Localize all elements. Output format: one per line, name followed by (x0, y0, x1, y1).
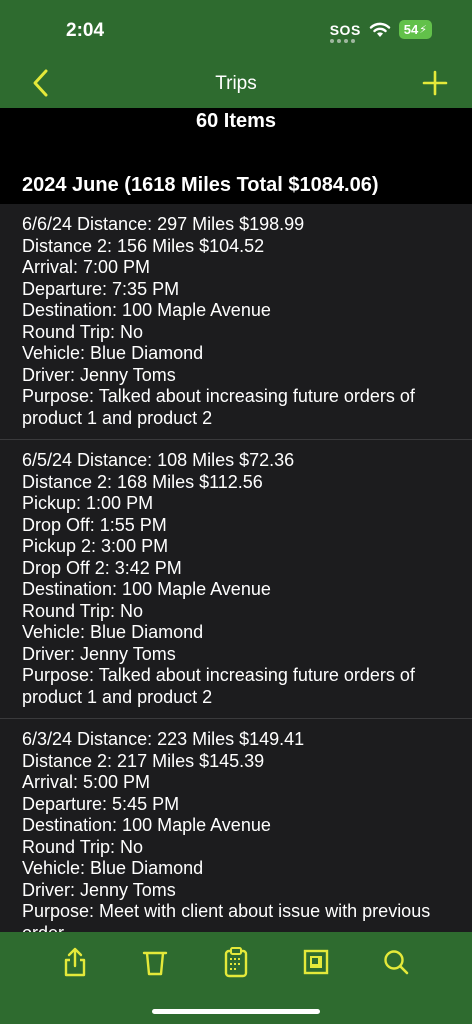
share-icon[interactable] (61, 946, 89, 978)
trash-icon[interactable] (141, 946, 169, 978)
trip-line: Round Trip: No (22, 600, 144, 621)
trip-line: 6/3/24 Distance: 223 Miles $149.41 (22, 729, 305, 749)
charging-bolt-icon: ⚡ (419, 24, 427, 36)
item-count: 60 Items (195, 110, 277, 132)
trip-list-item[interactable]: 6/6/24 Distance: 297 Miles $198.99 Dista… (0, 204, 472, 440)
trip-line: Vehicle: Blue Diamond (22, 343, 204, 363)
status-indicators: SOS 54 ⚡ (329, 20, 432, 43)
trip-line: Distance 2: 217 Miles $145.39 (22, 750, 265, 771)
trip-line: Departure: 5:45 PM (22, 793, 180, 814)
trip-line: Purpose: Meet with client about issue wi… (22, 901, 431, 932)
trip-line: Purpose: Talked about increasing future … (22, 665, 415, 707)
trip-line: Round Trip: No (22, 321, 144, 342)
select-frame-icon[interactable] (302, 946, 330, 978)
trip-line: Destination: 100 Maple Avenue (22, 815, 271, 835)
search-icon[interactable] (382, 946, 410, 978)
trip-list-item[interactable]: 6/5/24 Distance: 108 Miles $72.36 Distan… (0, 440, 472, 719)
trip-list-item[interactable]: 6/3/24 Distance: 223 Miles $149.41 Dista… (0, 719, 472, 932)
trip-line: Round Trip: No (22, 836, 144, 857)
screen: 2:04 SOS 54 ⚡ Trips 60 Items 2024 June (… (0, 0, 472, 1024)
trip-line: 6/6/24 Distance: 297 Miles $198.99 (22, 214, 305, 234)
trip-line: Driver: Jenny Toms (22, 643, 176, 664)
trip-line: Distance 2: 156 Miles $104.52 (22, 235, 265, 256)
trip-line: Driver: Jenny Toms (22, 364, 176, 385)
trip-line: Purpose: Talked about increasing future … (22, 386, 415, 428)
trip-line: Arrival: 5:00 PM (22, 772, 151, 792)
trip-list[interactable]: 6/6/24 Distance: 297 Miles $198.99 Dista… (0, 204, 472, 932)
trip-line: Drop Off 2: 3:42 PM (22, 557, 182, 578)
sos-indicator: SOS (329, 21, 361, 43)
home-indicator[interactable] (152, 1009, 320, 1014)
trip-line: 6/5/24 Distance: 108 Miles $72.36 (22, 450, 295, 470)
trip-line: Distance 2: 168 Miles $112.56 (22, 471, 263, 492)
trip-line: Vehicle: Blue Diamond (22, 858, 204, 878)
trip-line: Arrival: 7:00 PM (22, 257, 151, 277)
trip-line: Departure: 7:35 PM (22, 278, 180, 299)
battery-indicator: 54 ⚡ (398, 20, 432, 39)
trip-line: Destination: 100 Maple Avenue (22, 579, 271, 599)
status-time: 2:04 (66, 20, 105, 41)
signal-dots (329, 38, 355, 43)
plus-icon[interactable] (422, 70, 448, 96)
top-bar: 2:04 SOS 54 ⚡ Trips (0, 0, 472, 108)
trip-line: Pickup: 1:00 PM (22, 493, 154, 513)
page-title: Trips (215, 73, 257, 94)
clipboard-icon[interactable] (222, 946, 250, 978)
trip-line: Vehicle: Blue Diamond (22, 622, 204, 642)
battery-level: 54 (403, 22, 419, 37)
trip-line: Destination: 100 Maple Avenue (22, 300, 271, 320)
section-header: 2024 June (1618 Miles Total $1084.06) (22, 174, 379, 196)
sos-label: SOS (329, 21, 361, 38)
trip-line: Driver: Jenny Toms (22, 879, 176, 900)
trip-line: Drop Off: 1:55 PM (22, 514, 167, 535)
wifi-icon (369, 22, 390, 37)
trip-line: Pickup 2: 3:00 PM (22, 536, 169, 556)
